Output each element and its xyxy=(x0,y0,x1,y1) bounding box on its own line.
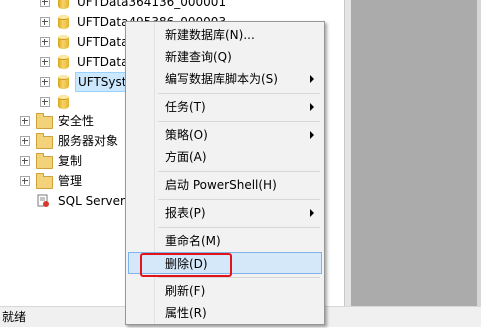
menu-label: 编写数据库脚本为(S) xyxy=(165,72,278,86)
database-icon xyxy=(58,35,69,49)
menu-item-rename[interactable]: 重命名(M) xyxy=(128,230,322,252)
menu-separator xyxy=(158,93,320,94)
menu-label: 新建数据库(N)... xyxy=(165,28,255,42)
database-label: UFTData364136_000001 xyxy=(77,0,227,9)
expand-icon[interactable] xyxy=(40,17,50,27)
expand-icon[interactable] xyxy=(20,136,30,146)
menu-item-script-database[interactable]: 编写数据库脚本为(S) xyxy=(128,68,322,90)
menu-label: 刷新(F) xyxy=(165,284,206,298)
tree-node-folder[interactable]: 复制 xyxy=(20,151,130,171)
menu-separator xyxy=(158,277,320,278)
tree-node-folder[interactable]: 服务器对象 xyxy=(20,131,130,151)
database-label: UFTData xyxy=(77,35,129,49)
expand-icon[interactable] xyxy=(20,156,30,166)
menu-label: 新建查询(Q) xyxy=(165,50,232,64)
splitter[interactable] xyxy=(344,0,351,306)
scrollbar[interactable] xyxy=(477,0,481,306)
menu-item-refresh[interactable]: 刷新(F) xyxy=(128,280,322,302)
database-label-selected: UFTSyst xyxy=(75,72,130,92)
menu-label: 启动 PowerShell(H) xyxy=(165,178,277,192)
menu-label: 属性(R) xyxy=(165,306,207,320)
expand-icon[interactable] xyxy=(40,97,50,107)
expand-icon[interactable] xyxy=(40,37,50,47)
menu-label: 报表(P) xyxy=(165,206,206,220)
menu-separator xyxy=(158,227,320,228)
sql-agent-label: SQL Server xyxy=(58,194,125,208)
status-text: 就绪 xyxy=(2,310,27,324)
submenu-arrow-icon xyxy=(310,103,314,111)
context-menu: 新建数据库(N)... 新建查询(Q) 编写数据库脚本为(S) 任务(T) 策略… xyxy=(125,21,325,325)
menu-item-new-query[interactable]: 新建查询(Q) xyxy=(128,46,322,68)
folder-label: 服务器对象 xyxy=(58,134,119,148)
database-icon xyxy=(58,95,69,109)
database-icon xyxy=(58,15,69,29)
expand-icon[interactable] xyxy=(40,77,50,87)
database-label: UFTData xyxy=(77,55,129,69)
submenu-arrow-icon xyxy=(310,209,314,217)
sql-agent-icon xyxy=(37,194,49,207)
submenu-arrow-icon xyxy=(310,131,314,139)
menu-separator xyxy=(158,171,320,172)
expand-icon[interactable] xyxy=(40,0,50,7)
menu-item-facets[interactable]: 方面(A) xyxy=(128,146,322,168)
database-icon xyxy=(58,0,69,9)
annotation-highlight-box xyxy=(140,253,232,277)
menu-separator xyxy=(158,199,320,200)
menu-label: 策略(O) xyxy=(165,128,208,142)
folder-icon xyxy=(36,113,53,129)
database-icon xyxy=(58,75,69,89)
menu-label: 重命名(M) xyxy=(165,234,221,248)
database-icon xyxy=(58,55,69,69)
expand-icon[interactable] xyxy=(20,116,30,126)
menu-item-tasks[interactable]: 任务(T) xyxy=(128,96,322,118)
menu-label: 方面(A) xyxy=(165,150,207,164)
submenu-arrow-icon xyxy=(310,75,314,83)
expand-icon[interactable] xyxy=(40,57,50,67)
folder-label: 复制 xyxy=(58,154,83,168)
menu-item-policies[interactable]: 策略(O) xyxy=(128,124,322,146)
menu-item-new-database[interactable]: 新建数据库(N)... xyxy=(128,24,322,46)
menu-separator xyxy=(158,121,320,122)
folder-label: 安全性 xyxy=(58,114,95,128)
document-area xyxy=(344,0,481,306)
folder-icon xyxy=(36,133,53,149)
folder-label: 管理 xyxy=(58,174,83,188)
expand-icon[interactable] xyxy=(20,176,30,186)
menu-item-properties[interactable]: 属性(R) xyxy=(128,302,322,324)
tree-node-folder[interactable]: 安全性 xyxy=(20,111,130,131)
menu-label: 任务(T) xyxy=(165,100,206,114)
tree-node-folder[interactable]: 管理 xyxy=(20,171,130,191)
folder-icon xyxy=(36,153,53,169)
menu-item-start-powershell[interactable]: 启动 PowerShell(H) xyxy=(128,174,322,196)
menu-item-reports[interactable]: 报表(P) xyxy=(128,202,322,224)
tree-node-sql-agent[interactable]: SQL Server xyxy=(20,191,130,211)
folder-icon xyxy=(36,173,53,189)
tree-node-database[interactable]: UFTData364136_000001 xyxy=(40,0,260,12)
